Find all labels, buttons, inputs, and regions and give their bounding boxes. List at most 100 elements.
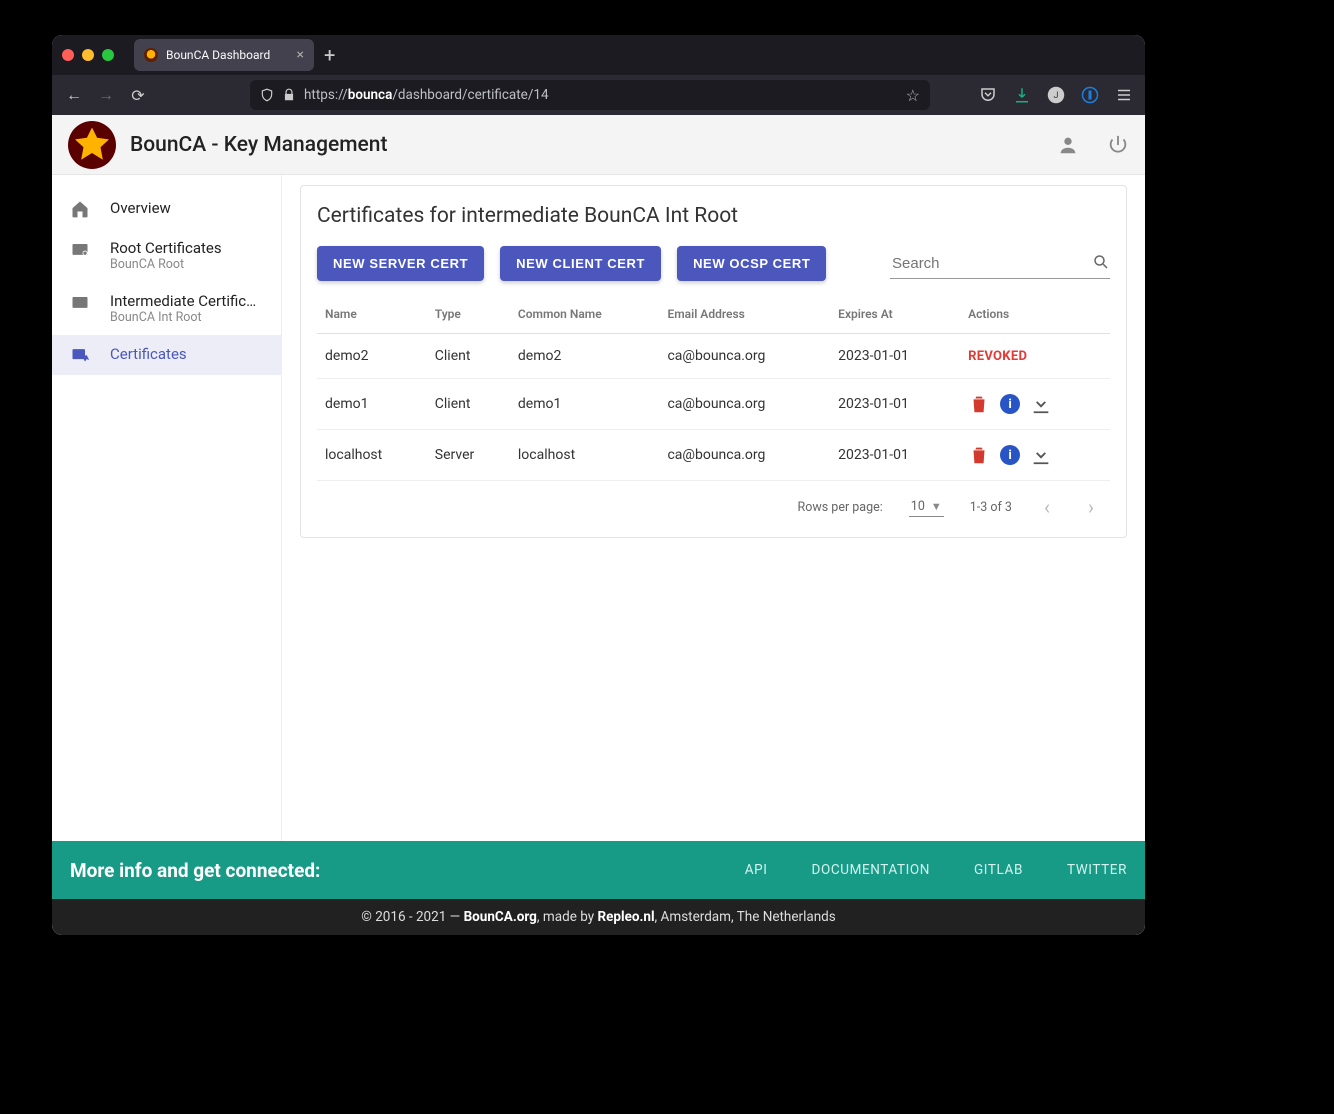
delete-icon[interactable]	[968, 444, 990, 466]
main-content: Certificates for intermediate BounCA Int…	[282, 175, 1145, 841]
browser-window: BounCA Dashboard × + ← → ⟳ https://bounc…	[52, 35, 1145, 935]
table-row[interactable]: demo1Clientdemo1ca@bounca.org2023-01-01i	[317, 379, 1110, 430]
search-field	[890, 249, 1110, 279]
sidebar-item-certificates[interactable]: Certificates	[52, 335, 281, 375]
table-cell: demo2	[510, 334, 660, 379]
maximize-window-button[interactable]	[102, 49, 114, 61]
download-icon[interactable]	[1030, 444, 1052, 466]
sidebar: Overview Root Certificates BounCA Root I…	[52, 175, 282, 841]
table-cell: 2023-01-01	[830, 334, 960, 379]
user-icon[interactable]	[1057, 134, 1079, 156]
reload-button[interactable]: ⟳	[128, 86, 148, 105]
info-icon[interactable]: i	[1000, 394, 1020, 414]
extension-icon[interactable]	[1081, 86, 1099, 104]
next-page-button[interactable]: ›	[1082, 495, 1100, 519]
downloads-icon[interactable]	[1013, 86, 1031, 104]
table-cell: 2023-01-01	[830, 379, 960, 430]
browser-right-icons: J	[979, 86, 1133, 104]
pocket-icon[interactable]	[979, 86, 997, 104]
actions-cell: i	[960, 379, 1110, 430]
app-body: Overview Root Certificates BounCA Root I…	[52, 175, 1145, 841]
actions-cell: i	[960, 430, 1110, 481]
app-logo	[68, 121, 116, 169]
table-cell: localhost	[317, 430, 427, 481]
new-ocsp-cert-button[interactable]: NEW OCSP CERT	[677, 246, 826, 281]
sidebar-item-label: Overview	[110, 199, 171, 217]
table-cell: ca@bounca.org	[659, 379, 830, 430]
minimize-window-button[interactable]	[82, 49, 94, 61]
table-row[interactable]: demo2Clientdemo2ca@bounca.org2023-01-01R…	[317, 334, 1110, 379]
chevron-down-icon: ▼	[931, 500, 942, 513]
sidebar-item-sublabel: BounCA Int Root	[110, 310, 263, 325]
table-row[interactable]: localhostServerlocalhostca@bounca.org202…	[317, 430, 1110, 481]
search-input[interactable]	[890, 249, 1110, 279]
footer-copyright: © 2016 - 2021 — BounCA.org, made by Repl…	[52, 899, 1145, 935]
folder-gear-icon	[70, 239, 90, 259]
footer-link[interactable]: GITLAB	[974, 862, 1023, 878]
folder-icon	[70, 292, 90, 312]
browser-tab[interactable]: BounCA Dashboard ×	[134, 39, 314, 71]
card-title: Certificates for intermediate BounCA Int…	[317, 204, 1110, 228]
app-page: BounCA - Key Management Overview Root Ce…	[52, 115, 1145, 935]
column-header[interactable]: Type	[427, 295, 510, 334]
favicon-icon	[144, 48, 158, 62]
certificates-table: NameTypeCommon NameEmail AddressExpires …	[317, 295, 1110, 481]
rows-per-page-select[interactable]: 10 ▼	[909, 497, 944, 517]
lock-icon	[282, 88, 296, 102]
footer-link[interactable]: API	[745, 862, 768, 878]
table-cell: ca@bounca.org	[659, 430, 830, 481]
table-cell: localhost	[510, 430, 660, 481]
prev-page-button[interactable]: ‹	[1038, 495, 1056, 519]
footer-link[interactable]: DOCUMENTATION	[811, 862, 930, 878]
sidebar-item-overview[interactable]: Overview	[52, 189, 281, 229]
certificate-icon	[70, 345, 90, 365]
sidebar-item-sublabel: BounCA Root	[110, 257, 222, 272]
new-server-cert-button[interactable]: NEW SERVER CERT	[317, 246, 484, 281]
column-header[interactable]: Common Name	[510, 295, 660, 334]
table-cell: demo1	[317, 379, 427, 430]
table-cell: demo2	[317, 334, 427, 379]
column-header[interactable]: Email Address	[659, 295, 830, 334]
certificates-card: Certificates for intermediate BounCA Int…	[300, 185, 1127, 538]
shield-icon	[260, 88, 274, 102]
back-button[interactable]: ←	[64, 85, 84, 105]
table-cell: ca@bounca.org	[659, 334, 830, 379]
footer-link[interactable]: TWITTER	[1067, 862, 1127, 878]
column-header[interactable]: Expires At	[830, 295, 960, 334]
sidebar-item-label: Root Certificates	[110, 239, 222, 257]
table-cell: Server	[427, 430, 510, 481]
table-cell: Client	[427, 334, 510, 379]
home-icon	[70, 199, 90, 219]
tab-title: BounCA Dashboard	[166, 48, 270, 62]
column-header[interactable]: Name	[317, 295, 427, 334]
sidebar-item-label: Intermediate Certifica…	[110, 292, 263, 310]
url-field[interactable]: https://bounca/dashboard/certificate/14 …	[250, 80, 930, 110]
forward-button[interactable]: →	[96, 85, 116, 105]
hamburger-menu-icon[interactable]	[1115, 86, 1133, 104]
browser-tab-bar: BounCA Dashboard × +	[52, 35, 1145, 75]
info-icon[interactable]: i	[1000, 445, 1020, 465]
search-icon	[1092, 253, 1110, 271]
download-icon[interactable]	[1030, 393, 1052, 415]
pagination: Rows per page: 10 ▼ 1-3 of 3 ‹ ›	[317, 481, 1110, 519]
new-tab-button[interactable]: +	[314, 45, 345, 65]
svg-text:J: J	[1054, 91, 1059, 101]
rows-per-page-label: Rows per page:	[798, 500, 883, 515]
bookmark-star-icon[interactable]: ☆	[906, 86, 920, 105]
sidebar-item-label: Certificates	[110, 345, 187, 363]
account-icon[interactable]: J	[1047, 86, 1065, 104]
table-cell: demo1	[510, 379, 660, 430]
sidebar-item-intermediate-certificates[interactable]: Intermediate Certifica… BounCA Int Root	[52, 282, 281, 335]
close-window-button[interactable]	[62, 49, 74, 61]
card-toolbar: NEW SERVER CERT NEW CLIENT CERT NEW OCSP…	[317, 246, 1110, 281]
table-cell: 2023-01-01	[830, 430, 960, 481]
window-controls	[62, 49, 114, 61]
power-icon[interactable]	[1107, 134, 1129, 156]
delete-icon[interactable]	[968, 393, 990, 415]
column-header[interactable]: Actions	[960, 295, 1110, 334]
footer-connect: More info and get connected: APIDOCUMENT…	[52, 841, 1145, 899]
revoked-label: REVOKED	[968, 349, 1027, 364]
sidebar-item-root-certificates[interactable]: Root Certificates BounCA Root	[52, 229, 281, 282]
new-client-cert-button[interactable]: NEW CLIENT CERT	[500, 246, 661, 281]
tab-close-icon[interactable]: ×	[297, 47, 304, 63]
